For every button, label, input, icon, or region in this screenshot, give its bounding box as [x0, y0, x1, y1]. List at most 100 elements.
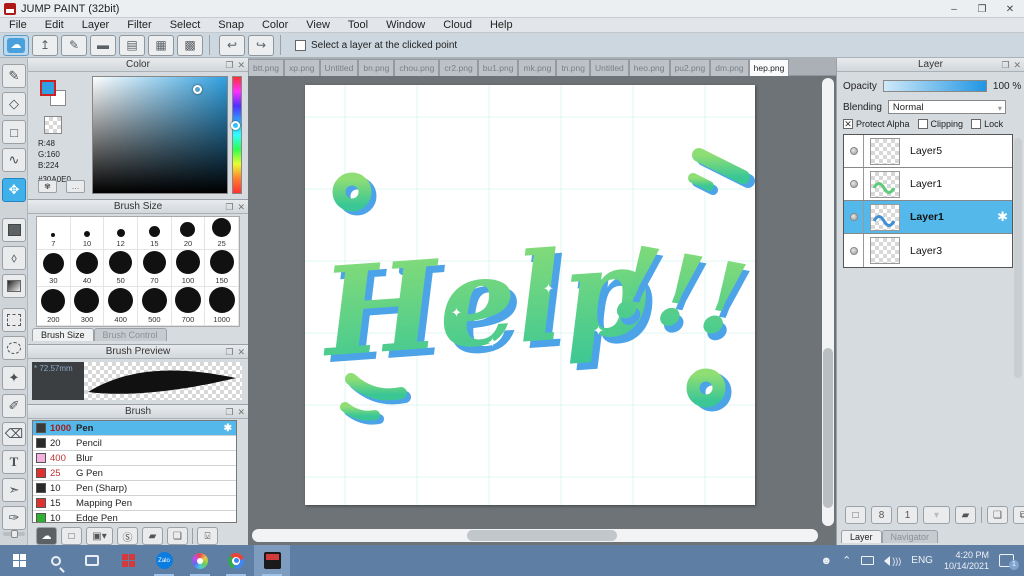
- menu-filter[interactable]: Filter: [118, 18, 160, 33]
- hue-marker[interactable]: [231, 121, 240, 130]
- foreground-color-swatch[interactable]: [40, 80, 56, 96]
- protect-alpha-checkbox-row[interactable]: ✕ Protect Alpha: [843, 119, 910, 129]
- bucket-tool[interactable]: ⬨: [2, 246, 26, 270]
- brush-size-option[interactable]: 12: [104, 217, 138, 250]
- close-icon[interactable]: ✕: [237, 345, 245, 359]
- select-eraser-tool[interactable]: ⌫: [2, 422, 26, 446]
- cloud-sync-button[interactable]: ☁: [3, 34, 29, 56]
- close-icon[interactable]: ✕: [237, 200, 245, 214]
- transparent-swatch[interactable]: [44, 116, 62, 134]
- taskbar-app-zalo[interactable]: Zalo: [146, 545, 182, 576]
- menu-color[interactable]: Color: [253, 18, 297, 33]
- visibility-toggle[interactable]: [844, 168, 864, 200]
- select-pen-tool[interactable]: ✐: [2, 394, 26, 418]
- layer-extra-button[interactable]: ▾: [923, 506, 950, 524]
- add-brush-button[interactable]: □: [61, 527, 82, 545]
- hscroll-thumb[interactable]: [467, 530, 617, 541]
- tool-size-slider[interactable]: [3, 530, 25, 538]
- doc-tab[interactable]: chou.png: [394, 59, 440, 76]
- menu-cloud[interactable]: Cloud: [434, 18, 481, 33]
- brush-size-option[interactable]: 400: [104, 287, 138, 326]
- brush-item-edge-pen[interactable]: 10 Edge Pen: [33, 511, 236, 522]
- doc-tab[interactable]: tn.png: [556, 59, 590, 76]
- sv-marker[interactable]: [193, 85, 202, 94]
- doc-tab[interactable]: cr2.png: [439, 59, 478, 76]
- menu-layer[interactable]: Layer: [73, 18, 119, 33]
- pen-device-icon[interactable]: [861, 556, 875, 565]
- layer-row-layer3[interactable]: Layer3: [844, 234, 1012, 267]
- layer-row-layer1-selected[interactable]: Layer1 ✱: [844, 201, 1012, 234]
- publish-button[interactable]: ↥: [32, 34, 58, 56]
- menu-snap[interactable]: Snap: [209, 18, 253, 33]
- brush-size-option[interactable]: 70: [138, 250, 172, 287]
- list-settings-button[interactable]: ▦: [148, 34, 174, 56]
- brush-item-blur[interactable]: 400 Blur: [33, 451, 236, 466]
- maximize-button[interactable]: ❐: [968, 0, 996, 18]
- grid-edit-button[interactable]: ▩: [177, 34, 203, 56]
- message-button[interactable]: ▬: [90, 34, 116, 56]
- text-tool[interactable]: T: [2, 450, 26, 474]
- redo-button[interactable]: ↪: [248, 34, 274, 56]
- lock-checkbox[interactable]: [971, 119, 982, 129]
- doc-tab[interactable]: Untitled: [589, 59, 629, 76]
- doc-tab[interactable]: mk.png: [518, 59, 557, 76]
- menu-file[interactable]: File: [0, 18, 36, 33]
- brush-size-option[interactable]: 20: [171, 217, 206, 250]
- doc-tab[interactable]: btt.png: [248, 59, 284, 76]
- shape-tool[interactable]: □: [2, 120, 26, 144]
- opacity-slider[interactable]: [882, 80, 987, 92]
- close-icon[interactable]: ✕: [1013, 58, 1021, 72]
- start-button[interactable]: [2, 545, 38, 576]
- undo-button[interactable]: ↩: [219, 34, 245, 56]
- language-indicator[interactable]: ENG: [911, 555, 933, 566]
- add-8bit-layer-button[interactable]: 8: [871, 506, 892, 524]
- more-button[interactable]: …: [66, 180, 85, 193]
- saturation-value-picker[interactable]: [92, 76, 228, 194]
- taskbar-search-button[interactable]: [38, 545, 74, 576]
- taskbar-clock[interactable]: 4:20 PM 10/14/2021: [944, 550, 989, 572]
- layer-settings-icon[interactable]: ✱: [997, 209, 1008, 225]
- brush-size-option[interactable]: 30: [37, 250, 71, 287]
- taskbar-app-chrome[interactable]: [218, 545, 254, 576]
- brush-item-pen-sharp[interactable]: 10 Pen (Sharp): [33, 481, 236, 496]
- close-button[interactable]: ✕: [996, 0, 1024, 18]
- layer-row-layer5[interactable]: Layer5: [844, 135, 1012, 168]
- doc-tab[interactable]: pu2.png: [669, 59, 711, 76]
- doc-tab[interactable]: bu1.png: [477, 59, 519, 76]
- palette-button[interactable]: ✾: [38, 180, 57, 193]
- brush-size-option[interactable]: 50: [104, 250, 138, 287]
- popout-icon[interactable]: ❐: [225, 200, 233, 214]
- menu-window[interactable]: Window: [377, 18, 434, 33]
- brush-size-option[interactable]: 150: [205, 250, 239, 287]
- taskbar-app-remote[interactable]: [110, 545, 146, 576]
- brush-size-option[interactable]: 500: [138, 287, 172, 326]
- taskbar-app-jump-paint[interactable]: [254, 545, 290, 576]
- doc-tab[interactable]: xp.png: [284, 59, 320, 76]
- layer-folder-button[interactable]: ▰: [955, 506, 976, 524]
- tab-navigator[interactable]: Navigator: [881, 530, 939, 543]
- select-layer-checkbox[interactable]: [295, 39, 306, 51]
- brush-item-mapping-pen[interactable]: 15 Mapping Pen: [33, 496, 236, 511]
- blending-select[interactable]: Normal ▾: [887, 100, 1006, 114]
- brush-item-gpen[interactable]: 25 G Pen: [33, 466, 236, 481]
- menu-view[interactable]: View: [297, 18, 339, 33]
- select-rect-tool[interactable]: [2, 308, 26, 332]
- user-icon[interactable]: ☻: [820, 555, 832, 567]
- action-center-icon[interactable]: 1: [999, 554, 1019, 570]
- taskbar-app-medibang[interactable]: [182, 545, 218, 576]
- task-view-button[interactable]: [74, 545, 110, 576]
- gradient-tool[interactable]: [2, 274, 26, 298]
- add-layer-button[interactable]: □: [845, 506, 866, 524]
- merge-layer-button[interactable]: ⧉: [1013, 506, 1024, 524]
- brush-size-option[interactable]: 200: [37, 287, 71, 326]
- script-brush-button[interactable]: Ⓢ: [117, 527, 138, 545]
- hue-slider[interactable]: [231, 76, 242, 194]
- duplicate-brush-button[interactable]: ❏: [167, 527, 188, 545]
- visibility-toggle[interactable]: [844, 201, 864, 233]
- hidden-icons-chevron[interactable]: ⌃: [842, 554, 851, 567]
- close-icon[interactable]: ✕: [237, 58, 245, 72]
- move-tool[interactable]: ✥: [2, 178, 26, 202]
- layer-row-layer1-top[interactable]: Layer1: [844, 168, 1012, 201]
- menu-edit[interactable]: Edit: [36, 18, 73, 33]
- brush-size-option[interactable]: 7: [37, 217, 71, 250]
